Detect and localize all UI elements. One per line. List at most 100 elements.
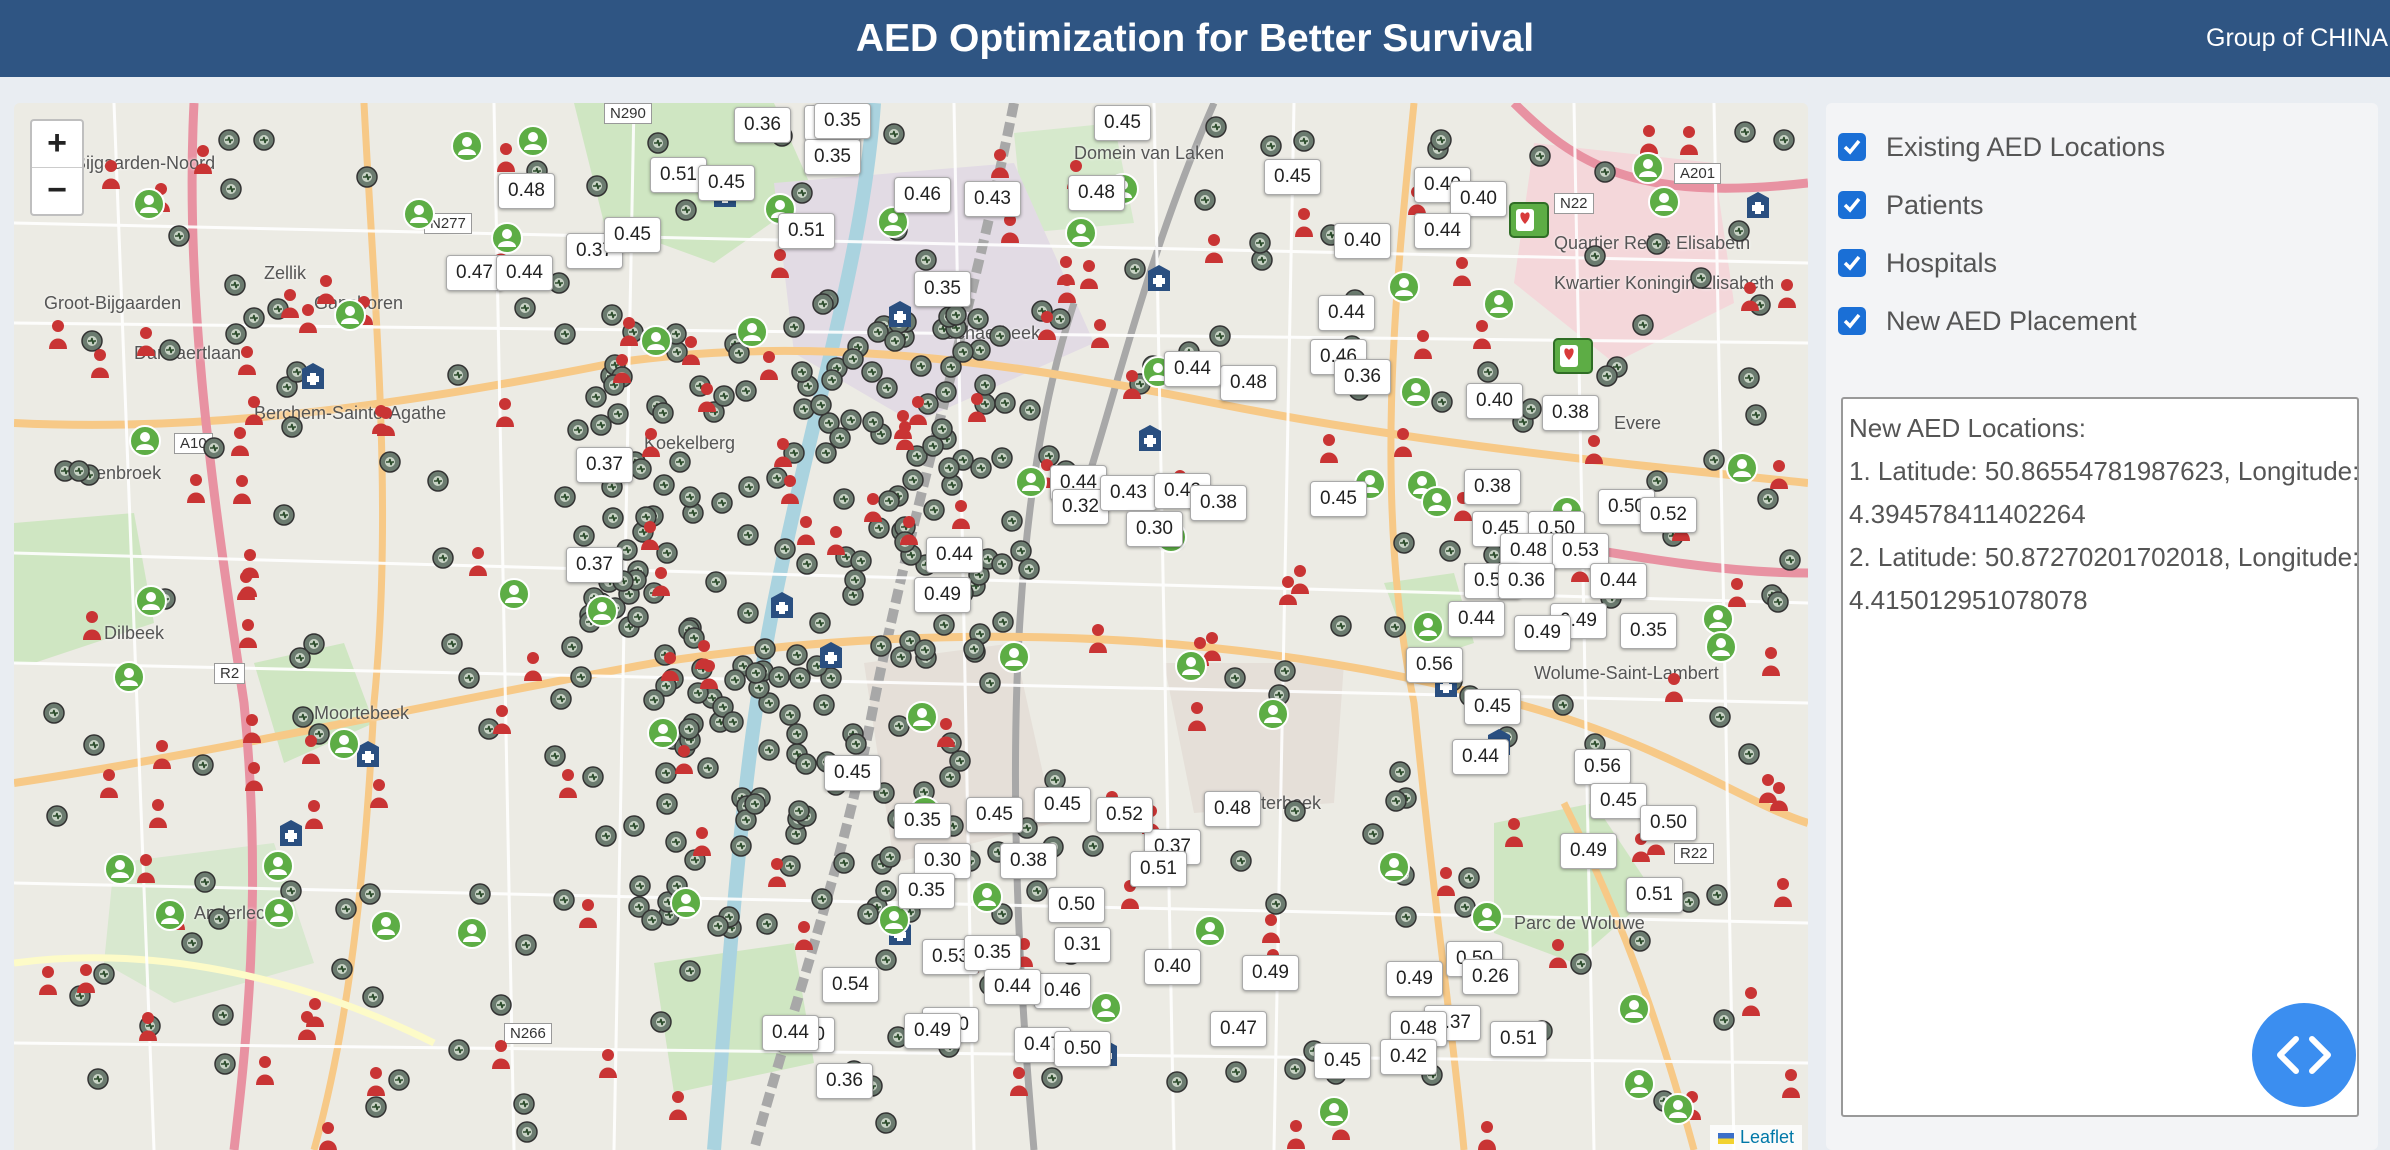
aed-pin-icon[interactable]: [1225, 1061, 1248, 1083]
aed-pin-icon[interactable]: [87, 1068, 110, 1091]
aed-pin-icon[interactable]: [1019, 398, 1041, 421]
patient-icon[interactable]: [1451, 256, 1473, 287]
probability-label[interactable]: 0.40: [1144, 949, 1201, 985]
aed-pin-icon[interactable]: [1385, 789, 1408, 812]
patient-icon[interactable]: [1285, 1119, 1307, 1150]
aed-pin-icon[interactable]: [729, 835, 752, 857]
patient-icon[interactable]: [231, 474, 253, 505]
aed-pin-icon[interactable]: [1767, 590, 1790, 613]
aed-pin-icon[interactable]: [923, 499, 945, 521]
aed-pin-icon[interactable]: [1709, 706, 1732, 728]
patient-icon[interactable]: [229, 426, 251, 457]
aed-pin-icon[interactable]: [707, 915, 729, 937]
aed-pin-icon[interactable]: [710, 492, 733, 515]
aed-pin-icon[interactable]: [970, 456, 992, 479]
person-pin-icon[interactable]: [1482, 288, 1515, 321]
person-pin-icon[interactable]: [455, 916, 488, 949]
patient-icon[interactable]: [243, 761, 265, 792]
patient-icon[interactable]: [659, 651, 681, 681]
aed-pin-icon[interactable]: [1713, 1009, 1735, 1032]
aed-pin-icon[interactable]: [991, 447, 1014, 469]
aed-pin-icon[interactable]: [774, 537, 796, 560]
patient-icon[interactable]: [467, 546, 489, 576]
aed-pin-icon[interactable]: [650, 1011, 672, 1033]
aed-pin-icon[interactable]: [850, 549, 872, 572]
person-pin-icon[interactable]: [1662, 1093, 1695, 1126]
probability-label[interactable]: 0.49: [1514, 615, 1571, 651]
aed-pin-icon[interactable]: [705, 570, 727, 593]
person-pin-icon[interactable]: [1470, 900, 1503, 933]
aed-pin-icon[interactable]: [875, 1112, 897, 1134]
probability-label[interactable]: 0.44: [926, 537, 983, 573]
patient-icon[interactable]: [1055, 255, 1077, 286]
aed-pin-icon[interactable]: [737, 476, 760, 499]
probability-label[interactable]: 0.49: [914, 577, 971, 613]
aed-pin-icon[interactable]: [1477, 361, 1500, 383]
probability-label[interactable]: 0.30: [1126, 511, 1183, 547]
patient-icon[interactable]: [1663, 672, 1685, 703]
person-pin-icon[interactable]: [1411, 610, 1444, 643]
probability-label[interactable]: 0.52: [1640, 497, 1697, 533]
aed-pin-icon[interactable]: [944, 304, 967, 326]
aed-pin-icon[interactable]: [1292, 129, 1315, 152]
probability-label[interactable]: 0.44: [984, 969, 1041, 1005]
aed-pin-icon[interactable]: [643, 689, 665, 711]
probability-label[interactable]: 0.38: [1190, 485, 1247, 521]
aed-pin-icon[interactable]: [1274, 660, 1296, 682]
patient-icon[interactable]: [892, 409, 914, 439]
aed-pin-icon[interactable]: [737, 602, 759, 625]
aed-pin-icon[interactable]: [755, 913, 778, 936]
patient-icon[interactable]: [1768, 459, 1790, 489]
aed-pin-icon[interactable]: [388, 1069, 410, 1091]
aed-pin-icon[interactable]: [722, 710, 744, 733]
patient-icon[interactable]: [135, 326, 157, 356]
probability-label[interactable]: 0.45: [1464, 689, 1521, 725]
probability-label[interactable]: 0.49: [1386, 961, 1443, 997]
probability-label[interactable]: 0.42: [1380, 1039, 1437, 1075]
aed-pin-icon[interactable]: [253, 128, 275, 151]
person-pin-icon[interactable]: [1726, 451, 1759, 484]
aed-pin-icon[interactable]: [544, 745, 566, 767]
zoom-out-button[interactable]: −: [32, 168, 82, 214]
patient-icon[interactable]: [368, 778, 390, 809]
aed-pin-icon[interactable]: [796, 553, 819, 575]
aed-pin-icon[interactable]: [994, 392, 1016, 414]
probability-label[interactable]: 0.45: [1094, 105, 1151, 141]
aed-pin-icon[interactable]: [1629, 930, 1651, 952]
aed-pin-icon[interactable]: [570, 666, 592, 688]
probability-label[interactable]: 0.44: [762, 1015, 819, 1051]
patient-icon[interactable]: [236, 345, 258, 376]
hospital-icon[interactable]: [277, 820, 305, 848]
aed-pin-icon[interactable]: [441, 632, 463, 655]
aed-pin-icon[interactable]: [1745, 404, 1768, 426]
probability-label[interactable]: 0.47: [446, 255, 503, 291]
probability-label[interactable]: 0.44: [1448, 601, 1505, 637]
aed-pin-icon[interactable]: [933, 614, 955, 637]
aed-pin-icon[interactable]: [1284, 800, 1307, 823]
aed-pin-icon[interactable]: [512, 1093, 535, 1115]
aed-pin-icon[interactable]: [1025, 880, 1048, 902]
hospital-icon[interactable]: [1136, 424, 1164, 453]
aed-pin-icon[interactable]: [365, 1095, 388, 1118]
aed-pin-icon[interactable]: [590, 414, 612, 436]
aed-pin-icon[interactable]: [594, 825, 617, 847]
patient-icon[interactable]: [494, 397, 516, 427]
aed-pin-icon[interactable]: [1193, 189, 1216, 211]
patient-icon[interactable]: [862, 492, 884, 522]
aed-pin-icon[interactable]: [1584, 245, 1607, 267]
probability-label[interactable]: 0.48: [1220, 365, 1277, 401]
probability-label[interactable]: 0.45: [1264, 159, 1321, 195]
person-pin-icon[interactable]: [153, 899, 186, 932]
person-pin-icon[interactable]: [327, 727, 360, 760]
aed-pin-icon[interactable]: [1596, 365, 1618, 388]
probability-label[interactable]: 0.54: [822, 967, 879, 1003]
aed-pin-icon[interactable]: [1224, 667, 1247, 690]
attribution-link[interactable]: Leaflet: [1740, 1127, 1794, 1147]
aed-pin-icon[interactable]: [656, 793, 678, 815]
probability-label[interactable]: 0.37: [566, 547, 623, 583]
probability-label[interactable]: 0.49: [1242, 955, 1299, 991]
probability-label[interactable]: 0.44: [1590, 563, 1647, 599]
aed-pin-icon[interactable]: [915, 249, 937, 272]
patient-icon[interactable]: [696, 382, 718, 413]
probability-label[interactable]: 0.45: [1314, 1043, 1371, 1079]
